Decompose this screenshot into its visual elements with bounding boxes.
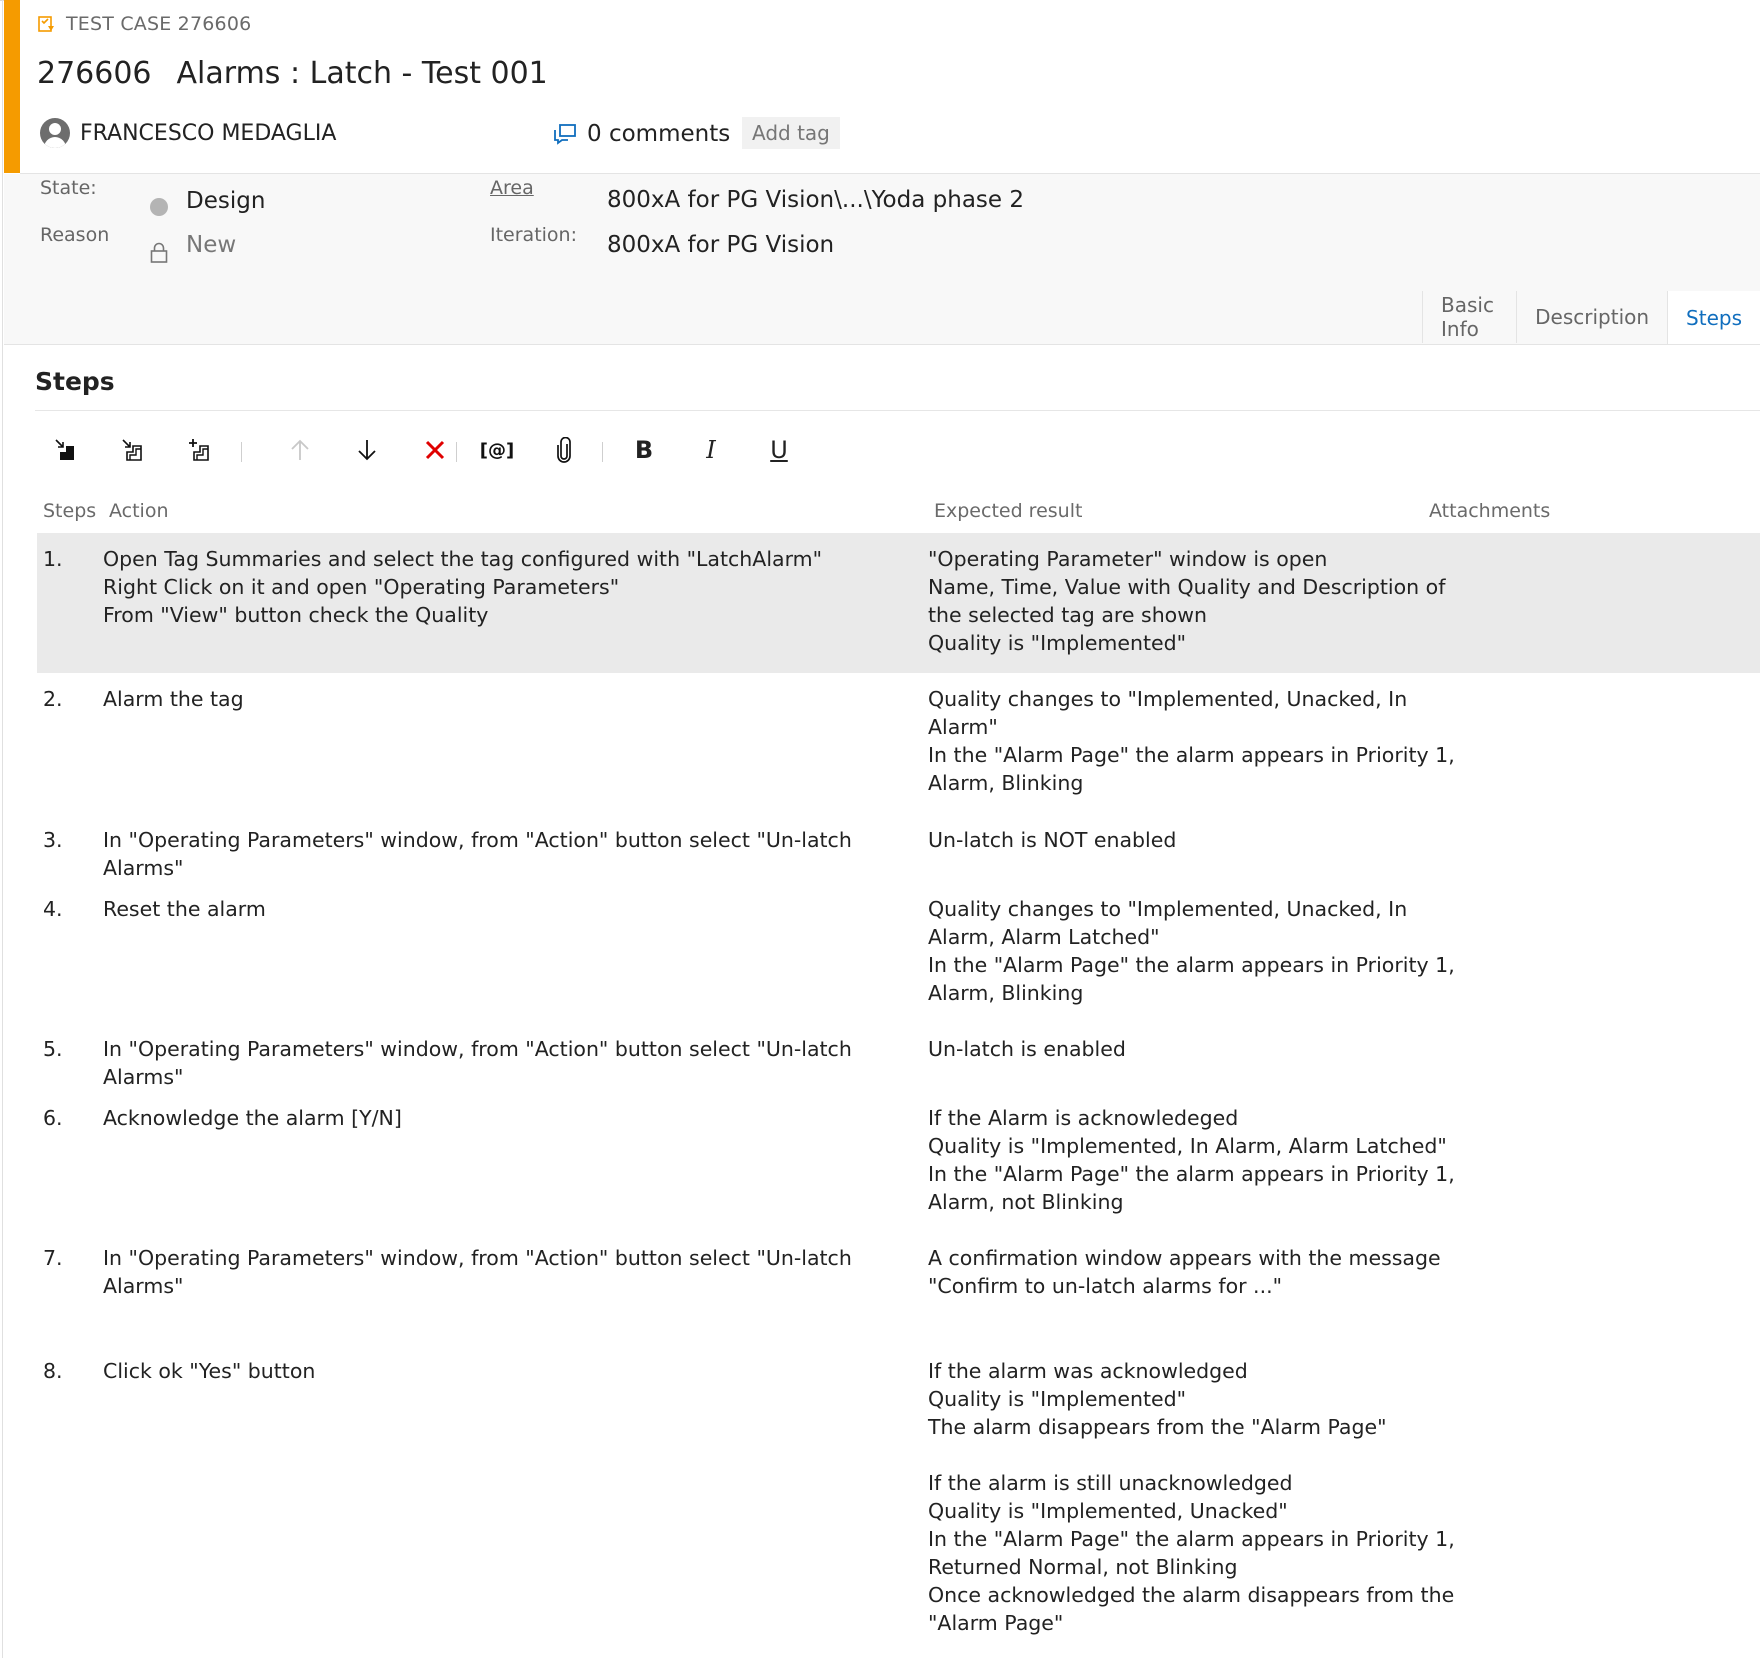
toolbar-separator bbox=[241, 442, 242, 462]
italic-button[interactable]: I bbox=[691, 430, 731, 470]
work-item-id: 276606 bbox=[37, 56, 152, 91]
step-expected-result[interactable]: "Operating Parameter" window is open Nam… bbox=[928, 545, 1468, 657]
bold-button[interactable]: B bbox=[624, 430, 664, 470]
arrow-up-icon bbox=[291, 439, 309, 460]
step-number: 4. bbox=[43, 897, 63, 921]
state-label: State: bbox=[40, 177, 97, 199]
insert-step-button[interactable] bbox=[46, 430, 86, 470]
insert-step-icon bbox=[55, 439, 74, 460]
paperclip-icon bbox=[557, 437, 571, 463]
area-label: Area bbox=[490, 177, 534, 199]
step-action[interactable]: In "Operating Parameters" window, from "… bbox=[103, 1244, 903, 1300]
work-item-title[interactable]: 276606 Alarms : Latch - Test 001 bbox=[37, 56, 548, 91]
table-row[interactable]: 2. Alarm the tag Quality changes to "Imp… bbox=[37, 685, 1760, 825]
avatar-icon bbox=[40, 118, 70, 148]
underline-button[interactable]: U bbox=[759, 430, 799, 470]
toolbar-separator bbox=[456, 442, 457, 462]
step-number: 3. bbox=[43, 828, 63, 852]
column-header-action: Action bbox=[109, 500, 169, 522]
step-number: 7. bbox=[43, 1246, 63, 1270]
toolbar-separator bbox=[602, 442, 603, 462]
step-expected-result[interactable]: A confirmation window appears with the m… bbox=[928, 1244, 1468, 1300]
column-header-expected-result: Expected result bbox=[934, 500, 1083, 522]
underline-icon: U bbox=[770, 436, 788, 464]
insert-shared-steps-button[interactable] bbox=[113, 430, 153, 470]
tab-description[interactable]: Description bbox=[1516, 291, 1668, 343]
arrow-down-icon bbox=[358, 440, 376, 461]
step-action[interactable]: Alarm the tag bbox=[103, 685, 903, 713]
steps-section-title: Steps bbox=[35, 367, 115, 396]
table-row[interactable]: 1. Open Tag Summaries and select the tag… bbox=[37, 533, 1760, 673]
work-item-color-bar bbox=[4, 0, 20, 173]
step-action[interactable]: In "Operating Parameters" window, from "… bbox=[103, 826, 903, 882]
left-border bbox=[2, 0, 3, 1658]
iteration-value[interactable]: 800xA for PG Vision bbox=[607, 232, 834, 258]
step-expected-result[interactable]: Un-latch is NOT enabled bbox=[928, 826, 1468, 854]
section-divider bbox=[35, 410, 1760, 411]
add-tag-button[interactable]: Add tag bbox=[742, 117, 840, 149]
tab-basic-info[interactable]: Basic Info bbox=[1422, 291, 1517, 343]
step-action[interactable]: Click ok "Yes" button bbox=[103, 1357, 903, 1385]
step-number: 2. bbox=[43, 687, 63, 711]
step-expected-result[interactable]: If the alarm was acknowledged Quality is… bbox=[928, 1357, 1468, 1637]
table-row[interactable]: 6. Acknowledge the alarm [Y/N] If the Al… bbox=[37, 1104, 1760, 1234]
test-case-icon bbox=[38, 16, 54, 32]
area-value[interactable]: 800xA for PG Vision\...\Yoda phase 2 bbox=[607, 187, 1024, 213]
assigned-to-name[interactable]: FRANCESCO MEDAGLIA bbox=[80, 121, 336, 146]
work-item-header: TEST CASE 276606 276606 Alarms : Latch -… bbox=[20, 0, 1760, 174]
work-item-title-text[interactable]: Alarms : Latch - Test 001 bbox=[177, 56, 548, 91]
move-up-button[interactable] bbox=[280, 430, 320, 470]
column-header-attachments: Attachments bbox=[1429, 500, 1551, 522]
table-row[interactable]: 3. In "Operating Parameters" window, fro… bbox=[37, 826, 1760, 886]
delete-step-button[interactable] bbox=[415, 430, 455, 470]
tab-steps[interactable]: Steps bbox=[1667, 291, 1760, 344]
table-row[interactable]: 8. Click ok "Yes" button If the alarm wa… bbox=[37, 1357, 1760, 1647]
work-item-type-label: TEST CASE 276606 bbox=[66, 13, 252, 35]
iteration-label: Iteration: bbox=[490, 224, 577, 246]
step-action[interactable]: Acknowledge the alarm [Y/N] bbox=[103, 1104, 903, 1132]
comments-icon bbox=[554, 124, 576, 145]
assigned-to[interactable]: FRANCESCO MEDAGLIA bbox=[40, 118, 336, 148]
step-expected-result[interactable]: Quality changes to "Implemented, Unacked… bbox=[928, 895, 1468, 1007]
step-expected-result[interactable]: If the Alarm is acknowledeged Quality is… bbox=[928, 1104, 1468, 1216]
tab-bar: Basic Info Description Steps bbox=[1422, 291, 1760, 344]
step-action[interactable]: Reset the alarm bbox=[103, 895, 903, 923]
step-expected-result[interactable]: Un-latch is enabled bbox=[928, 1035, 1468, 1063]
insert-shared-steps-icon bbox=[122, 439, 142, 461]
step-action[interactable]: In "Operating Parameters" window, from "… bbox=[103, 1035, 903, 1091]
parameter-icon: [@] bbox=[479, 439, 515, 461]
bold-icon: B bbox=[634, 436, 654, 464]
step-number: 6. bbox=[43, 1106, 63, 1130]
delete-icon bbox=[425, 440, 445, 460]
table-row[interactable]: 4. Reset the alarm Quality changes to "I… bbox=[37, 895, 1760, 1025]
step-number: 5. bbox=[43, 1037, 63, 1061]
reason-label: Reason bbox=[40, 224, 110, 246]
create-shared-steps-icon bbox=[189, 439, 209, 461]
table-row[interactable]: 5. In "Operating Parameters" window, fro… bbox=[37, 1035, 1760, 1095]
state-value[interactable]: Design bbox=[186, 188, 265, 214]
comments-count[interactable]: 0 comments bbox=[587, 121, 730, 147]
attach-button[interactable] bbox=[544, 430, 584, 470]
italic-icon: I bbox=[706, 436, 716, 464]
insert-parameter-button[interactable]: [@] bbox=[477, 430, 517, 470]
lock-icon bbox=[150, 242, 168, 263]
step-number: 8. bbox=[43, 1359, 63, 1383]
fields-panel: State: Design Reason New Area 800xA for … bbox=[4, 174, 1760, 345]
comments-link[interactable]: 0 comments bbox=[553, 121, 730, 147]
reason-value: New bbox=[186, 232, 237, 258]
table-row[interactable]: 7. In "Operating Parameters" window, fro… bbox=[37, 1244, 1760, 1344]
step-number: 1. bbox=[43, 547, 63, 571]
state-indicator-icon bbox=[150, 198, 168, 216]
column-header-steps: Steps bbox=[43, 500, 97, 522]
work-item-type: TEST CASE 276606 bbox=[38, 12, 251, 36]
move-down-button[interactable] bbox=[347, 430, 387, 470]
step-action[interactable]: Open Tag Summaries and select the tag co… bbox=[103, 545, 903, 629]
step-expected-result[interactable]: Quality changes to "Implemented, Unacked… bbox=[928, 685, 1468, 797]
create-shared-steps-button[interactable] bbox=[180, 430, 220, 470]
